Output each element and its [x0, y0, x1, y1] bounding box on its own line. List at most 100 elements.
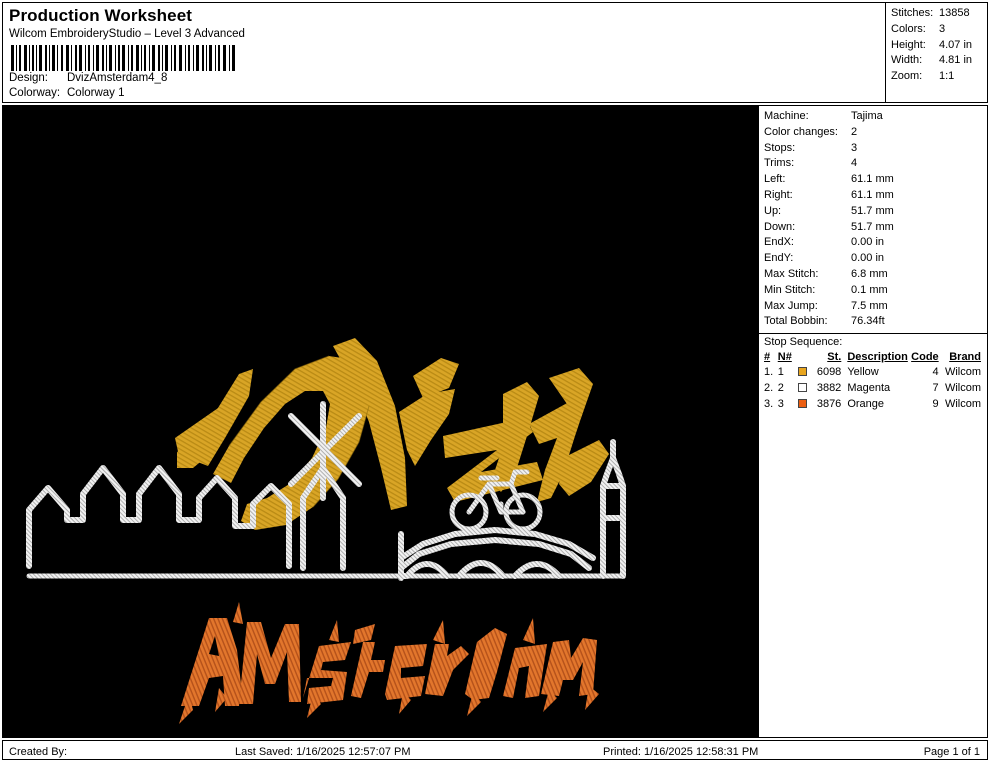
stat-width: Width: 4.81 in: [891, 53, 984, 69]
application-name: Wilcom EmbroideryStudio – Level 3 Advanc…: [9, 28, 245, 40]
info-min-stitch-label: Min Stitch:: [764, 283, 816, 296]
worksheet-footer: Created By: Last Saved: 1/16/2025 12:57:…: [2, 740, 988, 760]
design-preview-canvas[interactable]: [2, 105, 758, 738]
design-value: DvizAmsterdam4_8: [67, 72, 168, 84]
info-trims: Trims: 4: [764, 156, 987, 172]
info-stops-label: Stops:: [764, 141, 796, 154]
info-down: Down: 51.7 mm: [764, 220, 987, 236]
cell-description: Magenta: [847, 381, 891, 394]
stat-height-label: Height:: [891, 38, 926, 51]
cell-description: Orange: [847, 397, 885, 410]
info-up-value: 51.7 mm: [851, 204, 894, 217]
info-endx-label: EndX:: [764, 236, 794, 249]
info-color-changes-label: Color changes:: [764, 125, 838, 138]
design-row: Design: DvizAmsterdam4_8: [9, 71, 887, 86]
cell-code: 9: [932, 397, 939, 410]
table-row[interactable]: 1. 1 6098 Yellow 4 Wilcom: [764, 365, 983, 381]
colorway-label: Colorway:: [9, 87, 61, 99]
info-machine-label: Machine:: [764, 110, 809, 122]
info-max-stitch: Max Stitch: 6.8 mm: [764, 267, 987, 283]
info-machine-value: Tajima: [851, 110, 883, 122]
machine-info-panel: Machine: Tajima Color changes: 2 Stops: …: [758, 105, 988, 738]
cell-index: 1.: [764, 366, 774, 379]
colorway-row: Colorway: Colorway 1: [9, 86, 887, 101]
design-stats-box: Stitches: 13858 Colors: 3 Height: 4.07 i…: [885, 3, 987, 102]
info-right: Right: 61.1 mm: [764, 188, 987, 204]
info-down-value: 51.7 mm: [851, 220, 894, 233]
cell-swatch: [798, 365, 812, 381]
info-max-jump-label: Max Jump:: [764, 299, 818, 312]
design-label: Design:: [9, 72, 48, 84]
info-left-label: Left:: [764, 173, 786, 186]
cell-index: 3.: [764, 397, 774, 410]
info-endy: EndY: 0.00 in: [764, 251, 987, 267]
page-title: Production Worksheet: [9, 6, 193, 25]
info-color-changes-value: 2: [851, 125, 858, 138]
info-max-stitch-label: Max Stitch:: [764, 267, 819, 280]
cell-stitches: 3882: [816, 381, 842, 394]
stat-zoom-label: Zoom:: [891, 70, 923, 83]
cell-swatch: [798, 381, 812, 397]
stop-sequence-section: Stop Sequence: # N# St. Description Code…: [759, 333, 987, 412]
info-stops-value: 3: [851, 141, 858, 154]
barcode-icon: [9, 45, 237, 71]
worksheet-header: Production Worksheet Wilcom EmbroiderySt…: [2, 2, 988, 103]
info-total-bobbin-value: 76.34ft: [851, 315, 885, 328]
table-row[interactable]: 3. 3 3876 Orange 9 Wilcom: [764, 397, 983, 413]
table-row[interactable]: 2. 2 3882 Magenta 7 Wilcom: [764, 381, 983, 397]
info-total-bobbin: Total Bobbin: 76.34ft: [764, 314, 987, 330]
col-header-index: #: [764, 351, 771, 364]
info-color-changes: Color changes: 2: [764, 125, 987, 141]
info-machine: Machine: Tajima: [764, 109, 987, 125]
cell-code: 7: [932, 381, 939, 394]
stat-width-value: 4.81 in: [939, 54, 973, 67]
info-left: Left: 61.1 mm: [764, 172, 987, 188]
info-trims-value: 4: [851, 157, 858, 170]
footer-created-by: Created By:: [9, 746, 68, 758]
info-min-stitch-value: 0.1 mm: [851, 283, 888, 296]
info-endy-value: 0.00 in: [851, 252, 885, 265]
info-endy-label: EndY:: [764, 252, 794, 265]
machine-info-list: Machine: Tajima Color changes: 2 Stops: …: [759, 106, 987, 332]
col-header-needle: N#: [777, 351, 792, 364]
worksheet-page: Production Worksheet Wilcom EmbroiderySt…: [0, 0, 990, 762]
cell-stitches: 6098: [816, 366, 842, 379]
info-up: Up: 51.7 mm: [764, 204, 987, 220]
stat-stitches-value: 13858: [939, 7, 970, 19]
cell-needle: 2: [777, 381, 784, 394]
header-left-block: Production Worksheet Wilcom EmbroiderySt…: [3, 3, 887, 102]
stat-stitches-label: Stitches:: [891, 7, 934, 19]
footer-printed: Printed: 1/16/2025 12:58:31 PM: [603, 746, 759, 758]
info-down-label: Down:: [764, 220, 796, 233]
cell-description: Yellow: [847, 366, 879, 379]
info-right-label: Right:: [764, 188, 793, 201]
info-endx: EndX: 0.00 in: [764, 235, 987, 251]
info-trims-label: Trims:: [764, 157, 795, 170]
col-header-swatch: [798, 350, 812, 365]
stat-height-value: 4.07 in: [939, 38, 973, 51]
info-stops: Stops: 3: [764, 141, 987, 157]
cell-stitches: 3876: [816, 397, 842, 410]
info-left-value: 61.1 mm: [851, 173, 894, 186]
col-header-code: Code: [911, 351, 939, 364]
cell-brand: Wilcom: [944, 366, 981, 379]
stop-sequence-title: Stop Sequence:: [764, 336, 843, 349]
col-header-stitches: St.: [827, 351, 842, 364]
stat-colors: Colors: 3: [891, 22, 984, 38]
col-header-brand: Brand: [949, 351, 981, 364]
color-swatch-magenta: [798, 382, 808, 392]
info-up-label: Up:: [764, 204, 782, 217]
stat-zoom: Zoom: 1:1: [891, 69, 984, 85]
info-max-jump: Max Jump: 7.5 mm: [764, 299, 987, 315]
cell-index: 2.: [764, 381, 774, 394]
stat-height: Height: 4.07 in: [891, 38, 984, 54]
cell-needle: 1: [777, 366, 784, 379]
info-total-bobbin-label: Total Bobbin:: [764, 315, 828, 328]
stat-stitches: Stitches: 13858: [891, 6, 984, 22]
info-min-stitch: Min Stitch: 0.1 mm: [764, 283, 987, 299]
table-header-row: # N# St. Description Code Brand: [764, 350, 983, 365]
info-right-value: 61.1 mm: [851, 188, 894, 201]
info-max-jump-value: 7.5 mm: [851, 299, 888, 312]
stat-width-label: Width:: [891, 54, 923, 67]
stat-zoom-value: 1:1: [939, 70, 955, 83]
